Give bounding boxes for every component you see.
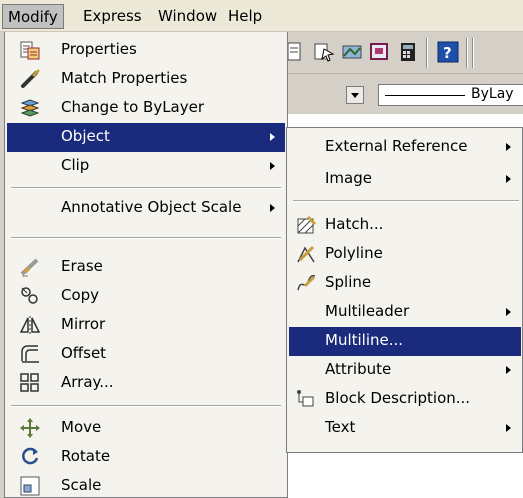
menu-item-copy[interactable]: Copy	[7, 282, 285, 311]
menu-item-object[interactable]: Object	[7, 123, 285, 152]
rotate-icon	[19, 446, 41, 468]
submenu-item-external-reference[interactable]: External Reference	[289, 133, 521, 162]
menu-help[interactable]: Help	[223, 4, 267, 29]
menu-separator	[11, 187, 281, 189]
menu-window[interactable]: Window	[153, 4, 222, 29]
menu-item-erase[interactable]: Erase	[7, 253, 285, 282]
toolbar-separator	[472, 38, 474, 68]
toolbar-separator	[426, 38, 428, 68]
menu-item-label: Polyline	[325, 244, 383, 262]
match-properties-icon	[19, 68, 41, 90]
menu-item-label: Attribute	[325, 360, 392, 378]
properties-icon	[19, 39, 41, 61]
submenu-item-spline[interactable]: Spline	[289, 269, 521, 298]
spline-icon	[295, 272, 317, 294]
menu-item-offset[interactable]: Offset	[7, 340, 285, 369]
scale-icon	[19, 475, 41, 497]
submenu-arrow-icon	[506, 143, 511, 151]
submenu-item-hatch[interactable]: Hatch...	[289, 211, 521, 240]
submenu-item-multiline[interactable]: Multiline...	[289, 327, 521, 356]
menu-item-change-to-bylayer[interactable]: Change to ByLayer	[7, 94, 285, 123]
menu-item-rotate[interactable]: Rotate	[7, 443, 285, 472]
toolbar-designcenter-icon[interactable]	[312, 40, 336, 64]
linetype-label: ByLay	[471, 86, 514, 102]
menu-modify[interactable]: Modify	[2, 4, 64, 29]
menu-item-clip[interactable]: Clip	[7, 152, 285, 181]
submenu-arrow-icon	[506, 366, 511, 374]
menu-item-scale[interactable]: Scale	[7, 472, 285, 498]
menu-item-properties[interactable]: Properties	[7, 36, 285, 65]
menu-item-label: Copy	[61, 286, 100, 304]
menu-item-label: Object	[61, 127, 110, 145]
menu-express[interactable]: Express	[78, 4, 147, 29]
menu-item-label: Change to ByLayer	[61, 98, 205, 116]
toolbar-separator	[466, 38, 468, 68]
menu-item-label: Array...	[61, 373, 114, 391]
menu-item-label: Hatch...	[325, 215, 384, 233]
menu-item-label: Match Properties	[61, 69, 188, 87]
menu-item-label: Multiline...	[325, 331, 404, 349]
erase-icon	[19, 256, 41, 278]
menu-item-label: Rotate	[61, 447, 111, 465]
polyline-icon	[295, 243, 317, 265]
modify-menu: Properties Match Properties Change to By…	[4, 32, 288, 498]
offset-icon	[19, 343, 41, 365]
move-icon	[19, 417, 41, 439]
submenu-item-block-description[interactable]: Block Description...	[289, 385, 521, 414]
standard-toolbar: ?	[280, 32, 523, 74]
properties-toolbar: ByLay	[280, 74, 523, 114]
submenu-arrow-icon	[506, 308, 511, 316]
menu-item-annotative-object-scale[interactable]: Annotative Object Scale	[7, 194, 285, 223]
submenu-arrow-icon	[506, 424, 511, 432]
submenu-item-attribute[interactable]: Attribute	[289, 356, 521, 385]
mirror-icon	[19, 314, 41, 336]
toolbar-calculator-icon[interactable]	[396, 40, 420, 64]
hatch-icon	[295, 214, 317, 236]
submenu-item-image[interactable]: Image	[289, 165, 521, 194]
color-dropdown-arrow[interactable]	[346, 86, 364, 104]
submenu-arrow-icon	[270, 204, 275, 212]
toolbar-toolpalettes-icon[interactable]	[340, 40, 364, 64]
menu-item-label: External Reference	[325, 137, 468, 155]
menu-separator	[293, 200, 519, 202]
submenu-item-multileader[interactable]: Multileader	[289, 298, 521, 327]
svg-text:?: ?	[443, 44, 452, 62]
menu-separator	[11, 405, 281, 407]
array-icon	[19, 372, 41, 394]
menu-item-array[interactable]: Array...	[7, 369, 285, 398]
menu-item-match-properties[interactable]: Match Properties	[7, 65, 285, 94]
block-description-icon	[295, 388, 317, 410]
menu-item-label: Annotative Object Scale	[61, 198, 242, 216]
menu-item-label: Offset	[61, 344, 107, 362]
menu-item-label: Multileader	[325, 302, 410, 320]
menu-separator	[11, 237, 281, 239]
menu-item-move[interactable]: Move	[7, 414, 285, 443]
submenu-arrow-icon	[270, 133, 275, 141]
submenu-arrow-icon	[506, 175, 511, 183]
toolbar-sheetset-icon[interactable]	[368, 40, 392, 64]
menu-item-label: Scale	[61, 476, 102, 494]
change-bylayer-icon	[19, 97, 41, 119]
menu-item-mirror[interactable]: Mirror	[7, 311, 285, 340]
linetype-dropdown[interactable]: ByLay	[378, 84, 523, 106]
menu-item-label: Erase	[61, 257, 103, 275]
object-submenu: External Reference Image Hatch... Polyli…	[286, 127, 523, 453]
menu-bar: Modify Express Window Help	[0, 0, 523, 32]
submenu-item-text[interactable]: Text	[289, 414, 521, 443]
copy-icon	[19, 285, 41, 307]
menu-item-label: Clip	[61, 156, 90, 174]
menu-item-label: Block Description...	[325, 389, 471, 407]
linetype-sample	[385, 95, 465, 96]
help-icon[interactable]: ?	[436, 40, 460, 64]
submenu-arrow-icon	[270, 162, 275, 170]
menu-item-label: Image	[325, 169, 372, 187]
menu-item-label: Properties	[61, 40, 137, 58]
menu-item-label: Text	[325, 418, 356, 436]
menu-item-label: Mirror	[61, 315, 106, 333]
menu-item-label: Move	[61, 418, 102, 436]
submenu-item-polyline[interactable]: Polyline	[289, 240, 521, 269]
menu-item-label: Spline	[325, 273, 372, 291]
